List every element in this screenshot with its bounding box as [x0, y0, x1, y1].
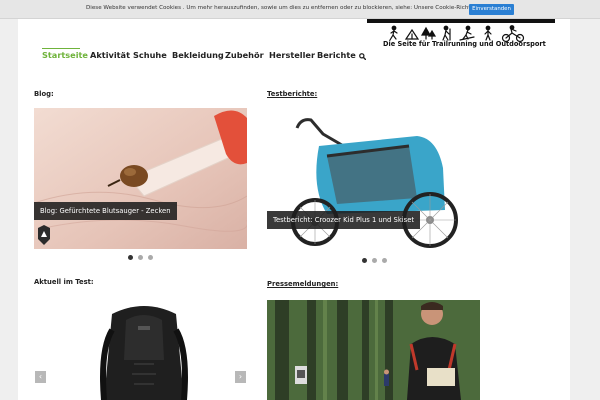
nav-item-startseite[interactable]: Startseite — [42, 50, 88, 60]
slider-dot[interactable] — [382, 258, 387, 263]
chevron-left-icon[interactable]: ‹ — [35, 371, 46, 383]
tests-slider-dots — [362, 258, 392, 264]
backpack-photo — [100, 306, 188, 400]
slider-dot[interactable] — [128, 255, 133, 260]
nav-item-berichte[interactable]: Berichte — [317, 50, 356, 60]
cookie-accept-button[interactable]: Einverstanden — [469, 4, 514, 15]
hiker-icon — [442, 25, 451, 41]
badge-icon — [38, 225, 50, 245]
current-test-slider[interactable]: ‹ › — [34, 300, 247, 400]
slider-dot[interactable] — [138, 255, 143, 260]
tick-photo — [34, 108, 247, 249]
search-icon[interactable] — [359, 53, 366, 60]
walker-icon — [484, 25, 492, 41]
cookie-bar: Diese Website verwendet Cookies . Um meh… — [0, 0, 600, 19]
bike-trailer-photo — [291, 118, 458, 248]
slider-dot[interactable] — [372, 258, 377, 263]
chevron-right-icon[interactable]: › — [235, 371, 246, 383]
tests-heading[interactable]: Testberichte: — [267, 90, 317, 98]
blog-slider[interactable]: Blog: Gefürchtete Blutsauger - Zecken — [34, 108, 247, 249]
runner-icon — [389, 25, 398, 41]
press-heading[interactable]: Pressemeldungen: — [267, 280, 338, 288]
slider-dot[interactable] — [148, 255, 153, 260]
blog-slider-dots — [128, 255, 158, 261]
slider-dot[interactable] — [362, 258, 367, 263]
nav-item-schuhe[interactable]: Schuhe — [133, 50, 167, 60]
tests-slider[interactable]: Testbericht: Croozer Kid Plus 1 und Skis… — [267, 108, 480, 253]
nav-item-aktivitaet[interactable]: Aktivität — [90, 50, 130, 60]
nav-item-hersteller[interactable]: Hersteller — [269, 50, 315, 60]
current-test-heading: Aktuell im Test: — [34, 278, 94, 286]
forest-runner-photo — [267, 300, 480, 400]
tree-icon — [420, 26, 437, 40]
tent-icon — [404, 28, 420, 40]
site-tagline: Die Seite für Trailrunning und Outdoorsp… — [383, 40, 546, 48]
nav-item-zubehoer[interactable]: Zubehör — [225, 50, 264, 60]
skier-icon — [459, 25, 475, 41]
nav-item-bekleidung[interactable]: Bekleidung — [172, 50, 224, 60]
tests-slide-caption[interactable]: Testbericht: Croozer Kid Plus 1 und Skis… — [267, 211, 421, 229]
nav-active-indicator — [42, 48, 80, 49]
cookie-notice-text: Diese Website verwendet Cookies . Um meh… — [86, 5, 483, 11]
blog-slide-caption[interactable]: Blog: Gefürchtete Blutsauger - Zecken — [34, 202, 177, 220]
press-slider[interactable] — [267, 300, 480, 400]
blog-heading: Blog: — [34, 90, 54, 98]
